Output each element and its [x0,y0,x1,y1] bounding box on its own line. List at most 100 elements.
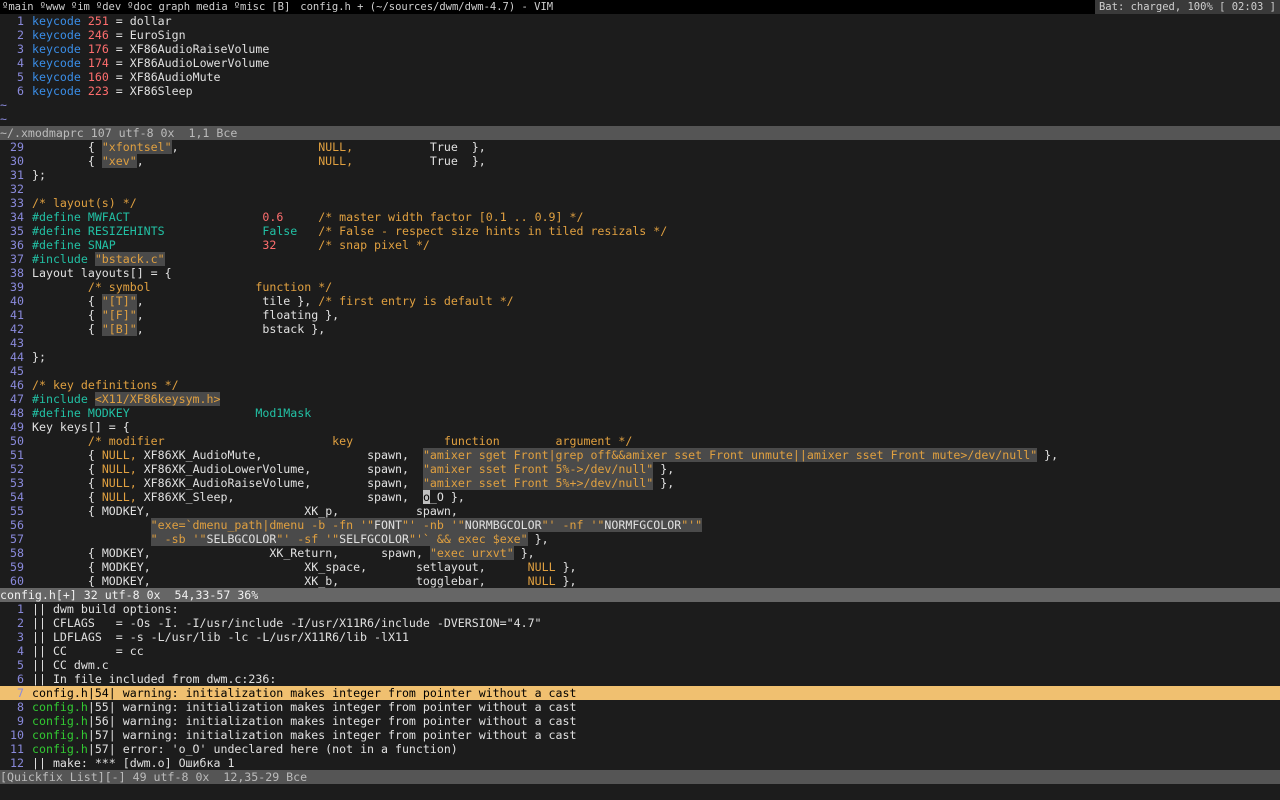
tag-www[interactable]: ºwww [40,1,65,13]
comment: function [443,434,500,448]
keyword: keycode [32,42,81,56]
quickfix-entry[interactable]: 8 config.h|55| warning: initialization ma… [0,700,1280,714]
code-line: 48 #define MODKEY Mod1Mask [0,406,1280,420]
code-line: 41 { "[F]", floating }, [0,308,1280,322]
quickfix-entry[interactable]: 2 || CFLAGS = -Os -I. -I/usr/include -I/u… [0,616,1280,630]
comment: argument */ [555,434,633,448]
code-text: }; [32,168,46,182]
keysym: XF86XK_AudioLowerVolume, [143,462,312,476]
code-line: 2 keycode 246 = EuroSign [0,28,1280,42]
tag-media[interactable]: media [196,1,228,13]
config-window[interactable]: 29 { "xfontsel", NULL, True }, 30 { "xev… [0,140,1280,602]
line-number: 43 [10,336,24,350]
window-title: config.h + (~/sources/dwm/dwm-4.7) - VIM [300,1,554,13]
comment: /* False - respect size hints in tiled r… [318,224,668,238]
code-line: 29 { "xfontsel", NULL, True }, [0,140,1280,154]
line-number: 6 [17,84,24,98]
code-line: 47 #include <X11/XF86keysym.h> [0,392,1280,406]
tag-doc[interactable]: ºdoc [127,1,152,13]
keycode-number: 176 [87,42,109,56]
line-number: 54 [10,490,24,504]
quickfix-window[interactable]: 1 || dwm build options: 2 || CFLAGS = -Os … [0,602,1280,784]
vim-editor[interactable]: 1 keycode 251 = dollar 2 keycode 246 = Eur… [0,14,1280,784]
bool-value: True }, [429,140,486,154]
layout-symbol[interactable]: [B] [271,1,290,13]
entry-text: || In file included from dwm.c:236: [32,672,277,686]
code-text: }; [32,350,46,364]
xmodmap-statusline: ~/.xmodmaprc 107 utf-8 0x 1,1 Все [0,126,1280,140]
keysym: XK_p, [304,504,340,518]
null-value: NULL, [101,448,137,462]
function-name: spawn, [367,476,409,490]
code-line: 1 keycode 251 = dollar [0,14,1280,28]
modifier: MODKEY, [101,574,151,588]
null-value: NULL, [101,462,137,476]
line-number: 6 [17,672,24,686]
macro-name: FONT [374,518,402,532]
line-number: 38 [10,266,24,280]
entry-text: || make: *** [dwm.o] Ошибка 1 [32,756,235,770]
define-directive: #define MODKEY [32,406,130,420]
code-line: 42 { "[B]", bstack }, [0,322,1280,336]
quickfix-entry[interactable]: 11 config.h|57| error: 'o_O' undeclared h… [0,742,1280,756]
layout-function: bstack }, [262,322,326,336]
line-number: 42 [10,322,24,336]
line-number: 49 [10,420,24,434]
code-line: 6 keycode 223 = XF86Sleep [0,84,1280,98]
macro-name: SELBGCOLOR [206,532,277,546]
string-literal: "amixer sset Front 5%->/dev/null" [422,462,654,476]
string-literal: "xfontsel" [101,140,172,154]
line-number: 52 [10,462,24,476]
keycode-number: 160 [87,70,109,84]
line-number: 39 [10,280,24,294]
quickfix-entry[interactable]: 3 || LDFLAGS = -s -L/usr/lib -lc -L/usr/X… [0,630,1280,644]
string-literal: "[B]" [101,322,137,336]
line-number: 31 [10,168,24,182]
function-name: spawn, [367,490,409,504]
quickfix-entry[interactable]: 10 config.h|57| warning: initialization m… [0,728,1280,742]
tag-graph[interactable]: graph [158,1,190,13]
code-line: 30 { "xev", NULL, True }, [0,154,1280,168]
quickfix-entry[interactable]: 12 || make: *** [dwm.o] Ошибка 1 [0,756,1280,770]
string-literal: " -sb '" [150,532,207,546]
entry-text: |57| warning: initialization makes integ… [87,728,577,742]
string-literal: "'` && exec $exe" [408,532,528,546]
keysym-name: XF86AudioRaiseVolume [129,42,270,56]
function-name: spawn, [415,504,458,518]
keysym: XK_Return, [269,546,340,560]
empty-line-tilde: ~ [0,98,7,112]
tag-main[interactable]: ºmain [2,1,34,13]
code-text: }, [534,532,549,546]
quickfix-entry-selected[interactable]: 7 config.h|54| warning: initialization ma… [0,686,1280,700]
line-number: 4 [17,644,24,658]
string-literal: "' -nb '" [401,518,465,532]
line-number: 51 [10,448,24,462]
config-statusline: config.h[+] 32 utf-8 0x 54,33-57 36% [0,588,1280,602]
code-line: 32 [0,182,1280,196]
quickfix-entry[interactable]: 1 || dwm build options: [0,602,1280,616]
function-name: spawn, [381,546,423,560]
quickfix-entry[interactable]: 6 || In file included from dwm.c:236: [0,672,1280,686]
tag-im[interactable]: ºim [71,1,90,13]
xmodmap-window[interactable]: 1 keycode 251 = dollar 2 keycode 246 = Eur… [0,14,1280,140]
string-literal: "' -sf '" [276,532,340,546]
line-number: 9 [17,714,24,728]
tag-misc[interactable]: ºmisc [234,1,266,13]
line-number: 8 [17,700,24,714]
string-literal: "[F]" [101,308,137,322]
code-text: }, [520,546,535,560]
line-number: 7 [17,686,24,700]
keyword: keycode [32,56,81,70]
macro-name: NORMBGCOLOR [464,518,542,532]
line-number: 30 [10,154,24,168]
quickfix-entry[interactable]: 4 || CC = cc [0,644,1280,658]
null-value: NULL, [318,140,354,154]
keysym-name: EuroSign [129,28,186,42]
code-text: _O }, [429,490,465,504]
include-directive: #include [32,392,88,406]
comment: /* symbol [87,280,151,294]
quickfix-entry[interactable]: 5 || CC dwm.c [0,658,1280,672]
quickfix-entry[interactable]: 9 config.h|56| warning: initialization ma… [0,714,1280,728]
string-literal: "exec urxvt" [429,546,514,560]
tag-dev[interactable]: ºdev [96,1,121,13]
